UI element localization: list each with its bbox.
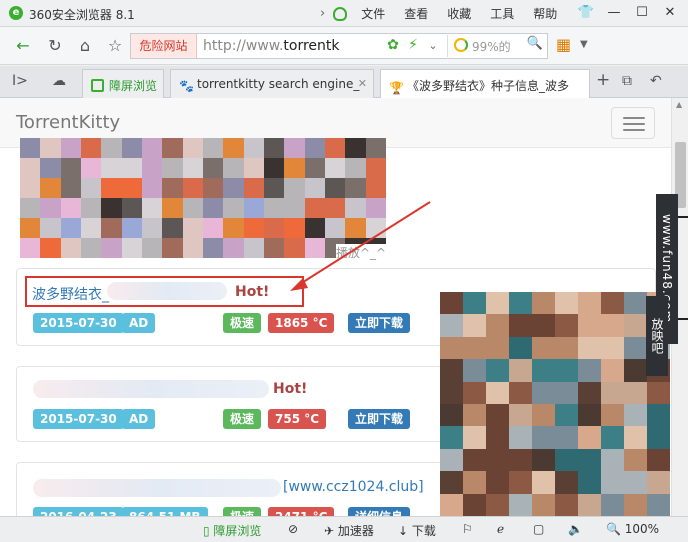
close-icon[interactable]: ✕ [656,3,684,23]
danger-site-badge[interactable]: 危险网站 [131,34,197,58]
url-prefix: http://www. [203,38,284,54]
security-shield-icon[interactable]: ✿ [383,37,403,53]
favorite-star-icon[interactable]: ☆ [104,35,126,57]
browser-logo-icon: e [9,6,23,20]
search-input[interactable]: 99%的 [472,38,511,55]
address-toolbar: ← ↻ ⌂ ☆ 危险网站 http://www.torrentk ✿ ⚡ ⌄ 9… [0,27,688,65]
address-icons: ✿ ⚡ ⌄ [383,37,443,53]
new-tab-icon[interactable]: + [596,70,610,90]
accelerator-label: 加速器 [337,524,374,538]
menu-favorites[interactable]: 收藏 [447,5,471,22]
search-icon[interactable]: 🔍 [527,36,543,51]
compass-icon[interactable]: ⊘ [288,522,298,536]
undo-close-icon[interactable]: ↶ [650,73,662,89]
download-label: 下载 [411,524,436,538]
ie-icon[interactable]: ℯ [497,522,504,536]
lightning-icon[interactable]: ⚡ [403,37,423,53]
search-engine-icon[interactable] [454,38,468,52]
status-bar: ▯ 障屏浏览 ⊘ ✈ 加速器 ↓ 下载 ⚐ ℯ ▢ 🔈 🔍 100% [0,516,688,542]
menu-file[interactable]: 文件 [361,5,385,22]
watermark-line [678,216,688,218]
user-icon[interactable] [333,6,348,21]
address-bar[interactable]: 危险网站 http://www.torrentk ✿ ⚡ ⌄ 99%的 🔍 [130,33,548,59]
window-icon[interactable]: ▢ [533,522,544,536]
tab-close-icon[interactable]: ✕ [358,77,367,90]
split-view-icon [91,79,104,92]
url-host: torrentk [283,38,340,54]
search-box[interactable]: 99%的 🔍 [447,35,545,57]
menu-view[interactable]: 查看 [404,5,428,22]
zoom-status[interactable]: 🔍 100% [606,522,659,536]
flag-icon[interactable]: ⚐ [462,522,473,536]
chevron-down-icon[interactable]: ⌄ [423,39,443,52]
tab-bar: I> ☁ 障屏浏览 🐾 torrentkitty search engine_ ✕… [0,66,688,99]
split-view-label: 障屏浏览 [213,524,262,538]
cloud-icon[interactable]: ☁ [52,73,66,89]
zoom-label: 100% [624,522,660,536]
menu-tools[interactable]: 工具 [490,5,514,22]
trophy-icon: 🏆 [389,81,404,95]
skin-shirt-icon[interactable]: 👕 [572,3,600,23]
paw-icon: 🐾 [179,79,194,93]
refresh-icon[interactable]: ↻ [44,35,66,57]
tab-label: torrentkitty search engine_ [197,77,360,91]
tab-split-view[interactable]: 障屏浏览 [82,69,164,98]
maximize-icon[interactable]: ☐ [628,3,656,23]
page-content: TorrentKitty 播放^_^ 波多野结衣_ Hot! 2015-07-3… [0,98,671,516]
minimize-icon[interactable]: — [600,3,628,23]
tab-label: 障屏浏览 [109,79,158,93]
window-controls: 👕 — ☐ ✕ [572,3,684,23]
accelerator-status[interactable]: ✈ 加速器 [324,522,374,539]
sidebar-toggle-icon[interactable]: I> [12,73,28,89]
tab-torrentkitty-search[interactable]: 🐾 torrentkitty search engine_ ✕ [170,69,374,98]
site-watermark-sub: 放映吧 [646,296,668,376]
title-bar: e 360安全浏览器 8.1 › 文件 查看 收藏 工具 帮助 👕 — ☐ ✕ [0,0,688,27]
window-title: 360安全浏览器 8.1 [29,8,135,22]
scroll-up-icon[interactable]: ▲ [676,100,682,109]
url-input[interactable]: http://www.torrentk [203,38,379,54]
chevron-right-icon[interactable]: › [320,6,325,21]
split-view-status[interactable]: ▯ 障屏浏览 [203,522,261,539]
tab-seed-info[interactable]: 🏆 《波多野结衣》种子信息_波多 [380,69,590,99]
restore-tabs-icon[interactable]: ⧉ [622,73,632,89]
extensions-dropdown-icon[interactable]: ▼ [580,39,588,50]
menu-help[interactable]: 帮助 [533,5,557,22]
extensions-icon[interactable]: ▦ [556,35,571,54]
speaker-icon[interactable]: 🔈 [568,522,583,536]
back-arrow-icon[interactable]: ← [12,35,34,57]
annotation-arrow [290,201,431,291]
watermark-line [678,318,688,320]
tab-label: 《波多野结衣》种子信息_波多 [407,79,570,93]
menu-bar: › 文件 查看 收藏 工具 帮助 [320,5,576,22]
home-icon[interactable]: ⌂ [74,35,96,57]
download-status[interactable]: ↓ 下载 [398,522,436,539]
